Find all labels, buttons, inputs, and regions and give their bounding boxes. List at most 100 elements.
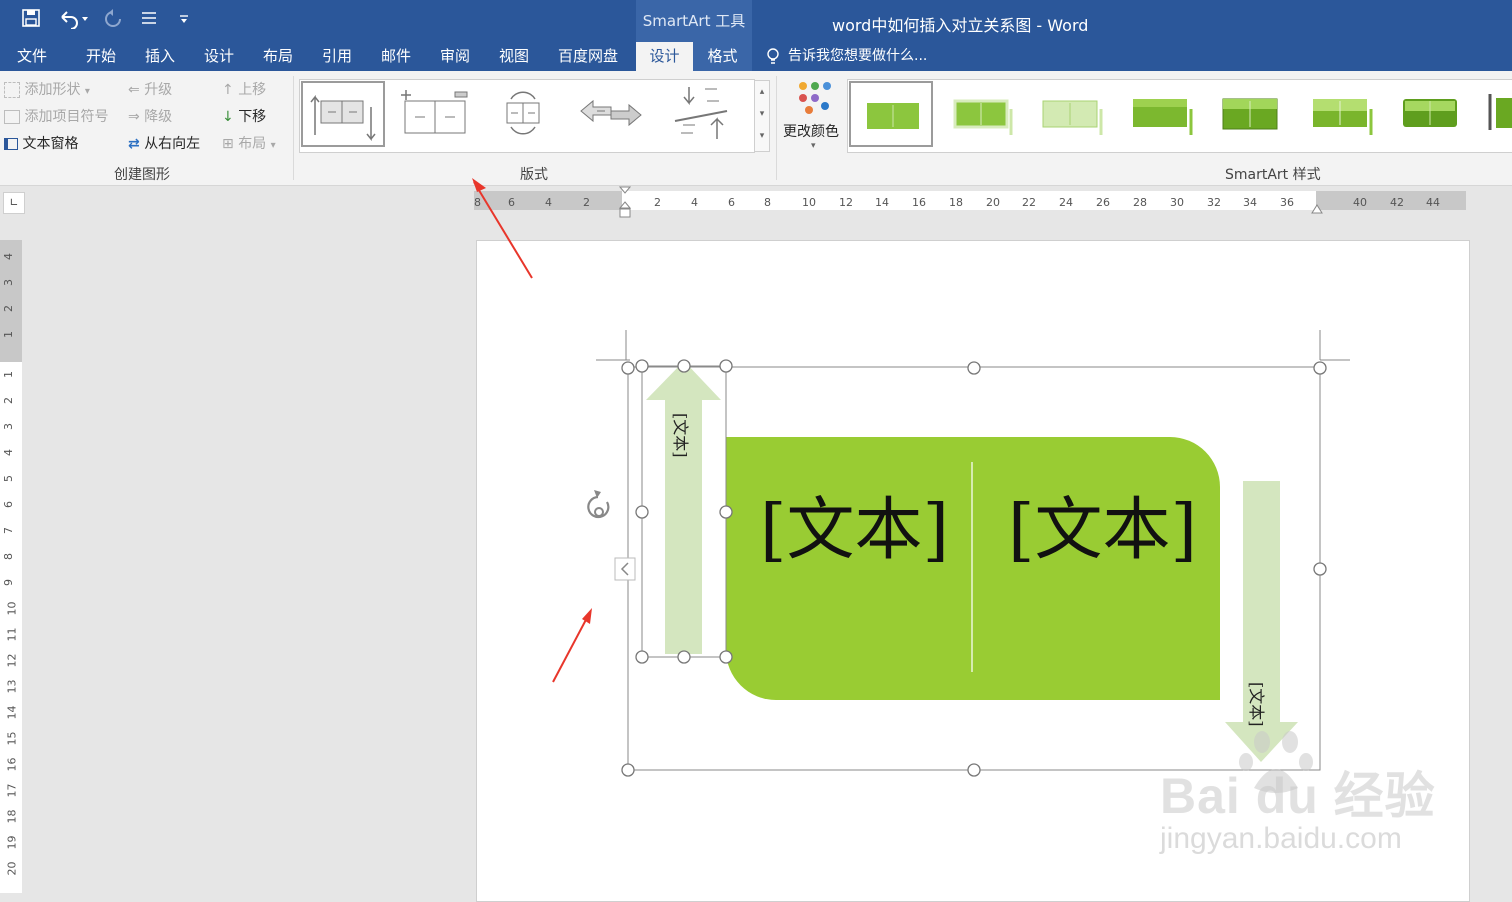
text-pane-button[interactable]: 文本窗格 [4,133,78,153]
change-colors-icon[interactable] [795,80,831,120]
create-graphic-group-label: 创建图形 [114,167,170,183]
ruler-tick-label: 14 [5,705,19,720]
ruler-tick-label: 4 [2,449,15,456]
tab-file[interactable]: 文件 [17,42,47,71]
redo-icon[interactable] [104,9,122,34]
ruler-tick-label: 28 [1133,196,1147,209]
arrow-left-icon: ⇐ [128,82,140,98]
ruler-tick-label: 2 [654,196,661,209]
ruler-tick-label: 20 [986,196,1000,209]
undo-icon[interactable] [58,9,88,34]
ruler-tick-label: 2 [583,196,590,209]
layout-thumb-opposing-arrows[interactable] [301,81,385,147]
ruler-tick-label: 24 [1059,196,1073,209]
style-thumb-inset[interactable] [1389,81,1473,147]
style-thumb-subtle[interactable] [1029,81,1113,147]
ruler-tick-label: 2 [2,305,15,312]
arrow-up-icon: ↑ [222,82,234,98]
tab-home[interactable]: 开始 [86,42,116,71]
ruler-tick-label: 12 [839,196,853,209]
tab-stop-selector[interactable]: ∟ [3,192,25,214]
promote-button[interactable]: ⇐ 升级 [128,79,172,99]
hierarchy-icon: ⊞ [222,136,234,152]
save-icon[interactable] [22,9,40,32]
ruler-tick-label: 44 [1426,196,1440,209]
style-thumb-white-outline[interactable] [939,81,1023,147]
ruler-tick-label: 26 [1096,196,1110,209]
right-indent-marker-icon[interactable] [1311,200,1323,219]
ruler-tick-label: 15 [5,731,19,746]
tab-smartart-design[interactable]: 设计 [636,42,693,71]
text-pane-icon [4,138,18,150]
layout-thumb-opposing-ideas[interactable] [571,81,655,147]
demote-button[interactable]: ⇒ 降级 [128,106,172,126]
ruler-tick-label: 16 [912,196,926,209]
ruler-tick-label: 6 [728,196,735,209]
ruler-tick-label: 16 [5,757,19,772]
layouts-gallery-scroll[interactable]: ▴ ▾ ▾ [754,80,770,152]
style-thumb-moderate[interactable] [1119,81,1203,147]
ruler-tick-label: 9 [2,579,15,586]
up-arrow-shape[interactable] [646,361,721,654]
ruler-tick-label: 30 [1170,196,1184,209]
layout-button[interactable]: ⊞ 布局 ▾ [222,133,276,153]
tab-view[interactable]: 视图 [499,42,529,71]
ruler-tick-label: 14 [875,196,889,209]
indent-marker-icon[interactable] [618,186,632,224]
swap-direction-icon: ⇄ [128,136,140,152]
lightbulb-icon [766,48,780,70]
smartart-tools-group-label: SmartArt 工具 [636,0,752,42]
watermark-url: jingyan.baidu.com [1160,822,1402,855]
layout-thumb-circular[interactable] [483,81,567,147]
text-pane-toggle[interactable] [614,557,636,581]
ruler-tick-label: 34 [1243,196,1257,209]
touch-mode-icon[interactable] [140,9,158,32]
window-title: word中如何插入对立关系图 - Word [832,16,1089,35]
move-up-button[interactable]: ↑ 上移 [222,79,266,99]
ruler-tick-label: 42 [1390,196,1404,209]
tab-design[interactable]: 设计 [204,42,234,71]
red-annotation-arrow-top [472,178,533,279]
add-bullet-button[interactable]: 添加项目符号 [4,106,108,126]
layout-thumb-balance[interactable] [393,81,477,147]
ruler-tick-label: 3 [2,279,15,286]
change-colors-button[interactable]: 更改颜色 [783,121,839,141]
add-shape-icon [4,82,20,98]
ruler-tick-label: 7 [2,527,15,534]
customize-qat-icon[interactable] [178,10,190,31]
tab-review[interactable]: 审阅 [440,42,470,71]
ruler-tick-label: 1 [2,371,15,378]
tell-me-search[interactable]: 告诉我您想要做什么... [788,42,927,71]
smartart-text-left[interactable]: [文本] [760,474,949,573]
ruler-tick-label: 3 [2,423,15,430]
ruler-tick-label: 11 [5,627,19,642]
style-thumb-partial[interactable] [1482,90,1512,142]
ruler-tick-label: 12 [5,653,19,668]
smartart-graphic[interactable] [580,330,1360,790]
ruler-tick-label: 18 [949,196,963,209]
ruler-tick-label: 40 [1353,196,1367,209]
smartart-text-up-arrow[interactable]: [文本] [671,413,694,473]
style-thumb-simple[interactable] [849,81,933,147]
style-thumb-polished[interactable] [1299,81,1383,147]
add-shape-button[interactable]: 添加形状 ▾ [4,79,90,99]
ruler-tick-label: 8 [2,553,15,560]
tab-smartart-format[interactable]: 格式 [693,42,752,71]
tab-mailings[interactable]: 邮件 [381,42,411,71]
ruler-tick-label: 18 [5,809,19,824]
layout-thumb-counterbalance[interactable] [661,81,745,147]
group-separator [293,76,294,180]
tab-insert[interactable]: 插入 [145,42,175,71]
add-bullet-icon [4,110,20,124]
smartart-text-right[interactable]: [文本] [1008,474,1197,573]
tab-references[interactable]: 引用 [322,42,352,71]
rotate-icon[interactable] [587,490,610,519]
right-to-left-button[interactable]: ⇄ 从右向左 [128,133,200,153]
ruler-tick-label: 13 [5,679,19,694]
ruler-tick-label: 17 [5,783,19,798]
ruler-tick-label: 10 [802,196,816,209]
tab-baidu-netdisk[interactable]: 百度网盘 [558,42,618,71]
tab-layout[interactable]: 布局 [263,42,293,71]
style-thumb-intense[interactable] [1209,81,1293,147]
move-down-button[interactable]: ↓ 下移 [222,106,266,126]
